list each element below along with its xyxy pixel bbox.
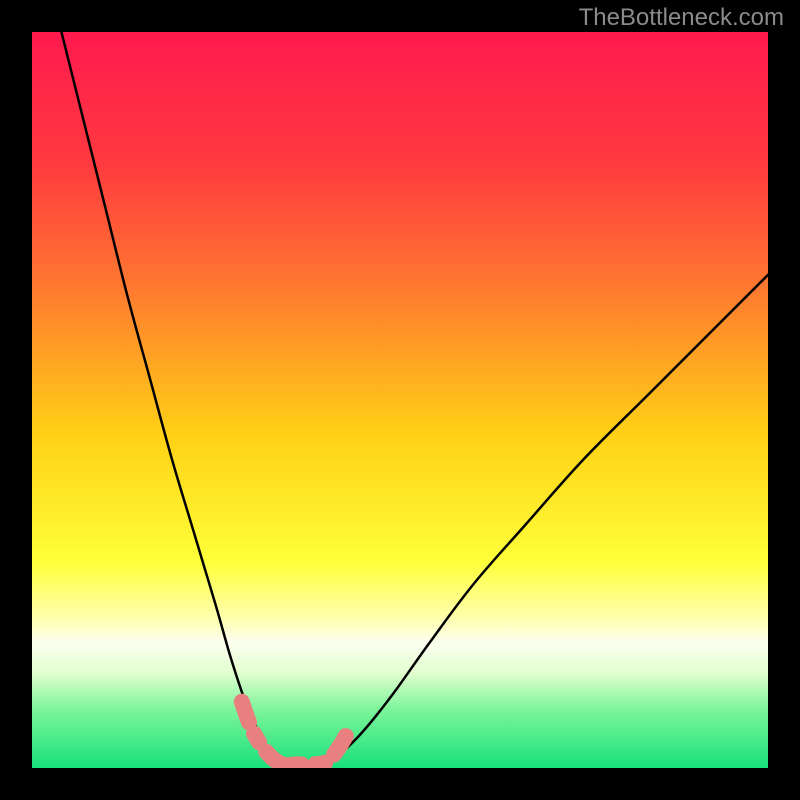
plot-area — [32, 32, 768, 768]
gradient-background — [32, 32, 768, 768]
chart-svg — [32, 32, 768, 768]
chart-frame: TheBottleneck.com — [0, 0, 800, 800]
watermark-text: TheBottleneck.com — [579, 4, 784, 32]
